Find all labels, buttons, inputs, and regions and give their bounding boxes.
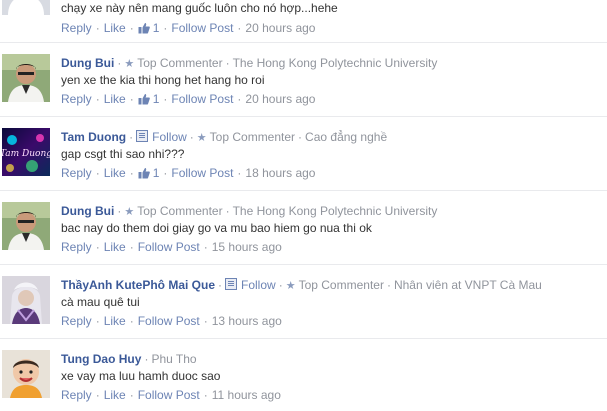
follow-post-link[interactable]: Follow Post [171, 92, 233, 106]
timestamp[interactable]: 20 hours ago [245, 21, 315, 35]
top-commenter-badge: Top Commenter [298, 278, 384, 292]
thumbs-up-icon [138, 166, 150, 184]
user-photo-icon [2, 54, 50, 102]
star-icon: ★ [196, 132, 207, 144]
divider [0, 42, 607, 43]
timestamp[interactable]: 11 hours ago [212, 388, 281, 402]
avatar[interactable] [2, 0, 50, 15]
follow-post-link[interactable]: Follow Post [171, 166, 233, 180]
divider [0, 116, 607, 117]
follow-post-link[interactable]: Follow Post [171, 21, 233, 35]
author-name[interactable]: Tam Duong [61, 130, 126, 144]
reply-link[interactable]: Reply [61, 92, 92, 106]
author-affiliation[interactable]: Nhân viên at VNPT Cà Mau [394, 278, 542, 292]
author-name[interactable]: Dung Bui [61, 56, 114, 70]
comment-item: Dung Bui · ★ Top Commenter · The Hong Kong Po… [0, 202, 607, 262]
avatar[interactable] [2, 202, 50, 250]
timestamp[interactable]: 18 hours ago [245, 166, 315, 180]
user-banner-avatar-icon: Tam Duong [2, 128, 50, 176]
avatar[interactable] [2, 54, 50, 102]
comment-item: Dung Bui · ★ Top Commenter · The Hong Kong Po… [0, 54, 607, 114]
follow-link[interactable]: Follow [152, 130, 187, 144]
like-link[interactable]: Like [104, 240, 126, 254]
avatar[interactable] [2, 350, 50, 398]
top-commenter-badge: Top Commenter [137, 204, 223, 218]
follow-icon [225, 278, 238, 290]
author-name[interactable]: Dung Bui [61, 204, 114, 218]
top-commenter-badge: Top Commenter [137, 56, 223, 70]
author-name[interactable]: ThầyAnh KutePhô Mai Que [61, 278, 215, 292]
comment-item: Tam Duong Tam Duong · Follow · ★ Top Commente… [0, 128, 607, 188]
comment-text: gap csgt thi sao nhi??? [61, 147, 185, 161]
follow-post-link[interactable]: Follow Post [138, 314, 200, 328]
reply-link[interactable]: Reply [61, 314, 92, 328]
author-name[interactable]: Tung Dao Huy [61, 352, 141, 366]
author-affiliation[interactable]: Phu Tho [151, 352, 196, 366]
divider [0, 190, 607, 191]
comment-item: ThầyAnh KutePhô Mai Que · Follow · ★ Top Comm… [0, 276, 607, 336]
comment-text: xe vay ma luu hamh duoc sao [61, 369, 221, 383]
timestamp[interactable]: 13 hours ago [212, 314, 282, 328]
timestamp[interactable]: 15 hours ago [212, 240, 282, 254]
comment-text: yen xe the kia thi hong het hang ho roi [61, 73, 265, 87]
thumbs-up-icon [138, 92, 150, 110]
banner-text: Tam Duong [2, 149, 50, 159]
like-link[interactable]: Like [104, 21, 126, 35]
avatar[interactable]: Tam Duong [2, 128, 50, 176]
like-link[interactable]: Like [104, 388, 126, 402]
follow-icon [136, 130, 149, 142]
reply-link[interactable]: Reply [61, 166, 92, 180]
star-icon: ★ [124, 58, 135, 70]
timestamp[interactable]: 20 hours ago [245, 92, 315, 106]
reply-link[interactable]: Reply [61, 388, 92, 402]
like-link[interactable]: Like [104, 166, 126, 180]
top-commenter-badge: Top Commenter [209, 130, 296, 144]
comment-text: chạy xe này nên mang guốc luôn cho nó hợ… [61, 1, 338, 15]
follow-post-link[interactable]: Follow Post [138, 240, 200, 254]
user-photo-icon [2, 350, 50, 398]
avatar[interactable] [2, 276, 50, 324]
comment-item: chạy xe này nên mang guốc luôn cho nó hợ… [0, 0, 607, 40]
star-icon: ★ [285, 280, 296, 292]
follow-post-link[interactable]: Follow Post [138, 388, 200, 402]
thumbs-up-icon [138, 21, 150, 39]
divider [0, 264, 607, 265]
follow-link[interactable]: Follow [241, 278, 276, 292]
author-affiliation[interactable]: The Hong Kong Polytechnic University [233, 56, 438, 70]
author-affiliation[interactable]: The Hong Kong Polytechnic University [233, 204, 438, 218]
reply-link[interactable]: Reply [61, 21, 92, 35]
default-avatar-icon [2, 0, 50, 15]
reply-link[interactable]: Reply [61, 240, 92, 254]
like-link[interactable]: Like [104, 314, 126, 328]
like-link[interactable]: Like [104, 92, 126, 106]
author-affiliation[interactable]: Cao đẳng nghề [305, 130, 387, 144]
comment-text: bac nay do them doi giay go va mu bao hi… [61, 221, 372, 235]
divider [0, 338, 607, 339]
comment-text: cà mau quê tui [61, 295, 140, 309]
user-illustration-icon [2, 276, 50, 324]
star-icon: ★ [124, 206, 135, 218]
comment-item: Tung Dao Huy · Phu Tho xe vay ma luu hamh … [0, 350, 607, 410]
user-photo-icon [2, 202, 50, 250]
